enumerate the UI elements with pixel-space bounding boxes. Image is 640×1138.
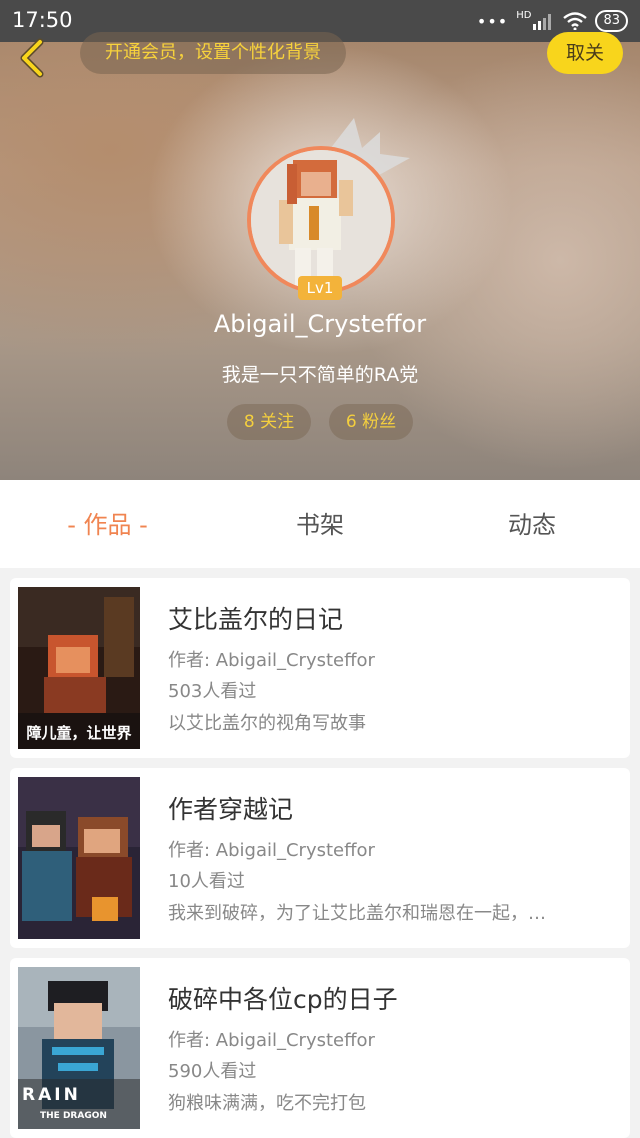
work-cover: RAIN THE DRAGON — [18, 967, 140, 1129]
wifi-icon — [563, 12, 588, 30]
avatar[interactable] — [247, 146, 395, 294]
work-author: 作者: Abigail_Crysteffor — [168, 650, 375, 671]
work-card[interactable]: RAIN THE DRAGON 破碎中各位cp的日子 作者: Abigail_C… — [10, 958, 630, 1138]
work-views: 10人看过 — [168, 871, 245, 892]
profile-tabs: - 作品 - 书架 动态 — [0, 480, 640, 568]
work-cover — [18, 777, 140, 939]
work-title: 艾比盖尔的日记 — [168, 605, 344, 634]
work-card[interactable]: 作者穿越记 作者: Abigail_Crysteffor 10人看过 我来到破碎… — [10, 768, 630, 948]
fans-count-button[interactable]: 6 粉丝 — [329, 404, 413, 440]
unfollow-button[interactable]: 取关 — [547, 32, 623, 74]
following-count-button[interactable]: 8 关注 — [227, 404, 311, 440]
member-background-button[interactable]: 开通会员，设置个性化背景 — [80, 32, 346, 74]
profile-header: 17:50 ••• HD 83 开通会员，设置个性化背景 取关 Lv1 Abig… — [0, 0, 640, 480]
work-title: 作者穿越记 — [168, 795, 294, 824]
chevron-left-icon — [20, 38, 44, 78]
cover-subcaption: THE DRAGON — [40, 1111, 107, 1121]
work-card[interactable]: 障儿童，让世界 艾比盖尔的日记 作者: Abigail_Crysteffor 5… — [10, 578, 630, 758]
username: Abigail_Crysteffor — [213, 310, 427, 338]
tab-shelf[interactable]: 书架 — [250, 480, 390, 568]
level-badge: Lv1 — [298, 276, 342, 300]
work-title: 破碎中各位cp的日子 — [168, 985, 398, 1014]
battery-icon: 83 — [595, 10, 628, 32]
status-time: 17:50 — [12, 8, 73, 32]
status-icons: ••• HD 83 — [477, 9, 628, 33]
cover-caption: 障儿童，让世界 — [26, 724, 132, 742]
work-description: 我来到破碎，为了让艾比盖尔和瑞恩在一起，… — [168, 903, 546, 924]
work-views: 590人看过 — [168, 1061, 257, 1082]
work-author: 作者: Abigail_Crysteffor — [168, 840, 375, 861]
tab-works[interactable]: - 作品 - — [30, 480, 185, 568]
signal-icon — [533, 14, 552, 30]
work-views: 503人看过 — [168, 681, 257, 702]
tab-feed[interactable]: 动态 — [462, 480, 602, 568]
work-cover: 障儿童，让世界 — [18, 587, 140, 749]
work-description: 狗粮味满满，吃不完打包 — [168, 1093, 366, 1114]
network-type-label: HD — [516, 9, 532, 21]
more-dots-icon: ••• — [476, 11, 509, 31]
avatar-image — [247, 146, 395, 294]
cover-caption: RAIN — [22, 1085, 81, 1105]
back-button[interactable] — [14, 38, 54, 78]
work-author: 作者: Abigail_Crysteffor — [168, 1030, 375, 1051]
user-bio: 我是一只不简单的RA党 — [221, 364, 419, 386]
work-description: 以艾比盖尔的视角写故事 — [168, 713, 366, 734]
